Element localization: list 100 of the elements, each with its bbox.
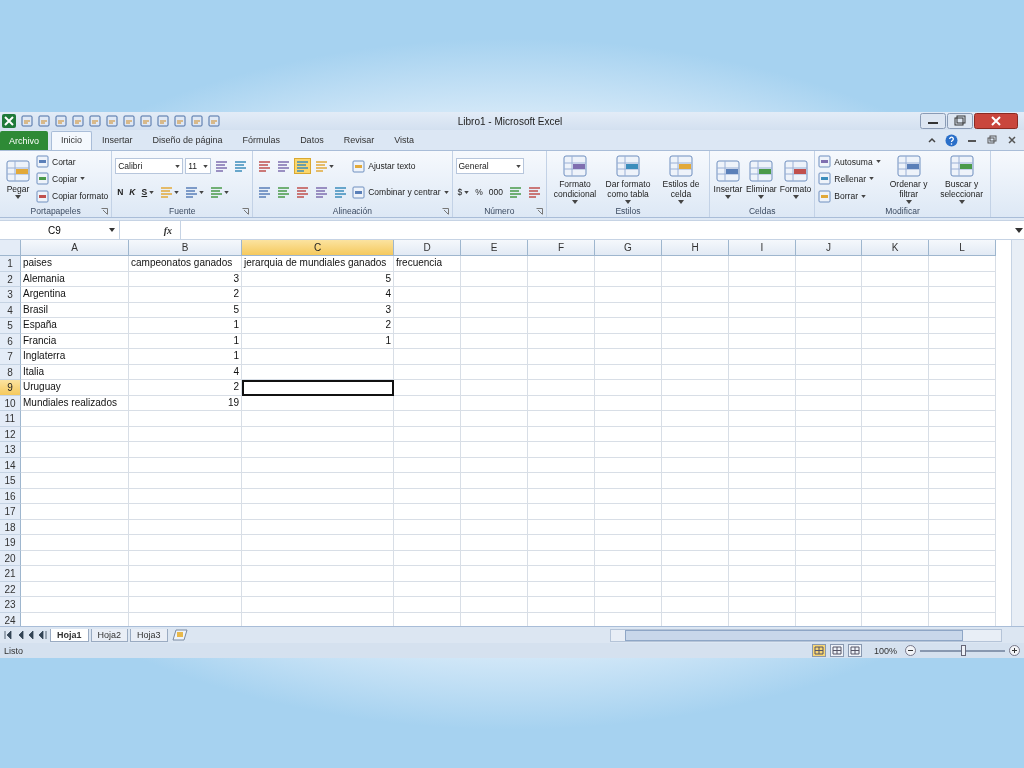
table-cell[interactable]	[21, 504, 129, 520]
dropdown-field[interactable]: General	[455, 158, 524, 174]
table-cell[interactable]	[461, 535, 528, 551]
table-cell[interactable]	[796, 597, 862, 613]
table-cell[interactable]	[394, 597, 461, 613]
table-cell[interactable]	[595, 318, 662, 334]
sheet-tab[interactable]: Hoja2	[90, 628, 129, 642]
sheet-tab[interactable]: Hoja3	[130, 628, 168, 642]
close-icon[interactable]	[974, 113, 1018, 129]
table-cell[interactable]	[662, 473, 729, 489]
table-cell[interactable]	[595, 302, 662, 318]
table-cell[interactable]	[862, 566, 929, 582]
ribbon-button[interactable]: Ordenar y filtrar	[883, 154, 934, 204]
table-cell[interactable]	[796, 488, 862, 504]
table-cell[interactable]	[528, 504, 595, 520]
table-cell[interactable]	[929, 426, 996, 442]
table-cell[interactable]	[461, 349, 528, 365]
table-cell[interactable]	[729, 256, 796, 272]
column-header[interactable]: C	[242, 240, 394, 256]
table-cell[interactable]	[862, 550, 929, 566]
ribbon-button[interactable]: Buscar y seleccionar	[936, 154, 987, 204]
table-cell[interactable]	[595, 473, 662, 489]
dialog-launcher-icon[interactable]	[441, 207, 449, 215]
table-cell[interactable]	[394, 550, 461, 566]
table-cell[interactable]	[461, 566, 528, 582]
table-cell[interactable]: campeonatos ganados	[129, 256, 242, 272]
table-cell[interactable]	[528, 302, 595, 318]
table-cell[interactable]	[862, 519, 929, 535]
table-cell[interactable]	[729, 364, 796, 380]
ribbon-tab[interactable]: Inicio	[51, 131, 93, 150]
collapse-ribbon-icon[interactable]	[927, 135, 937, 145]
table-cell[interactable]	[595, 411, 662, 427]
table-cell[interactable]	[662, 457, 729, 473]
table-cell[interactable]	[729, 380, 796, 396]
table-cell[interactable]	[242, 395, 394, 411]
table-cell[interactable]	[528, 318, 595, 334]
table-cell[interactable]	[394, 349, 461, 365]
table-cell[interactable]	[461, 550, 528, 566]
table-cell[interactable]	[129, 535, 242, 551]
table-cell[interactable]	[662, 519, 729, 535]
restore-icon[interactable]	[986, 135, 998, 145]
row-header[interactable]: 5	[0, 318, 21, 334]
table-cell[interactable]	[595, 504, 662, 520]
table-cell[interactable]	[461, 473, 528, 489]
insert-function-button[interactable]: fx	[120, 224, 180, 236]
table-cell[interactable]	[242, 504, 394, 520]
table-cell[interactable]	[662, 302, 729, 318]
table-cell[interactable]	[729, 395, 796, 411]
table-cell[interactable]	[595, 364, 662, 380]
table-cell[interactable]	[461, 504, 528, 520]
row-header[interactable]: 11	[0, 411, 21, 427]
table-cell[interactable]	[796, 550, 862, 566]
restore-icon[interactable]	[947, 113, 973, 129]
zoom-out-icon[interactable]	[905, 645, 916, 656]
table-cell[interactable]	[729, 411, 796, 427]
table-cell[interactable]	[528, 488, 595, 504]
table-cell[interactable]	[929, 411, 996, 427]
table-cell[interactable]	[528, 411, 595, 427]
table-cell[interactable]	[796, 581, 862, 597]
table-cell[interactable]: Alemania	[21, 271, 129, 287]
table-cell[interactable]	[528, 566, 595, 582]
table-cell[interactable]: 2	[242, 318, 394, 334]
table-cell[interactable]	[461, 333, 528, 349]
table-cell[interactable]	[662, 395, 729, 411]
table-cell[interactable]	[242, 411, 394, 427]
ribbon-tab[interactable]: Diseño de página	[142, 131, 233, 150]
table-cell[interactable]	[929, 457, 996, 473]
table-cell[interactable]: Inglaterra	[21, 349, 129, 365]
table-cell[interactable]	[394, 395, 461, 411]
select-all-corner[interactable]	[0, 240, 21, 256]
column-header[interactable]: L	[929, 240, 996, 256]
table-cell[interactable]	[595, 581, 662, 597]
table-cell[interactable]	[21, 426, 129, 442]
help-icon[interactable]	[945, 133, 958, 147]
ribbon-button[interactable]: Pegar	[3, 159, 33, 199]
page-break-view-icon[interactable]	[847, 644, 862, 657]
ribbon-tab[interactable]: Vista	[384, 131, 424, 150]
table-cell[interactable]	[862, 442, 929, 458]
table-cell[interactable]	[796, 364, 862, 380]
table-cell[interactable]	[129, 566, 242, 582]
table-cell[interactable]	[662, 550, 729, 566]
table-cell[interactable]	[242, 442, 394, 458]
table-cell[interactable]: 1	[129, 333, 242, 349]
table-cell[interactable]	[929, 581, 996, 597]
table-cell[interactable]	[242, 364, 394, 380]
format-button[interactable]: N	[115, 187, 126, 197]
ribbon-tab[interactable]: Fórmulas	[232, 131, 291, 150]
new-sheet-icon[interactable]	[169, 629, 188, 641]
active-cell[interactable]	[242, 380, 394, 396]
table-cell[interactable]	[528, 442, 595, 458]
column-header[interactable]: J	[796, 240, 862, 256]
table-cell[interactable]	[862, 597, 929, 613]
table-cell[interactable]	[528, 535, 595, 551]
table-cell[interactable]	[929, 550, 996, 566]
table-cell[interactable]	[528, 380, 595, 396]
table-cell[interactable]	[595, 380, 662, 396]
table-cell[interactable]	[729, 597, 796, 613]
table-cell[interactable]	[129, 473, 242, 489]
table-cell[interactable]	[729, 473, 796, 489]
table-cell[interactable]	[862, 287, 929, 303]
